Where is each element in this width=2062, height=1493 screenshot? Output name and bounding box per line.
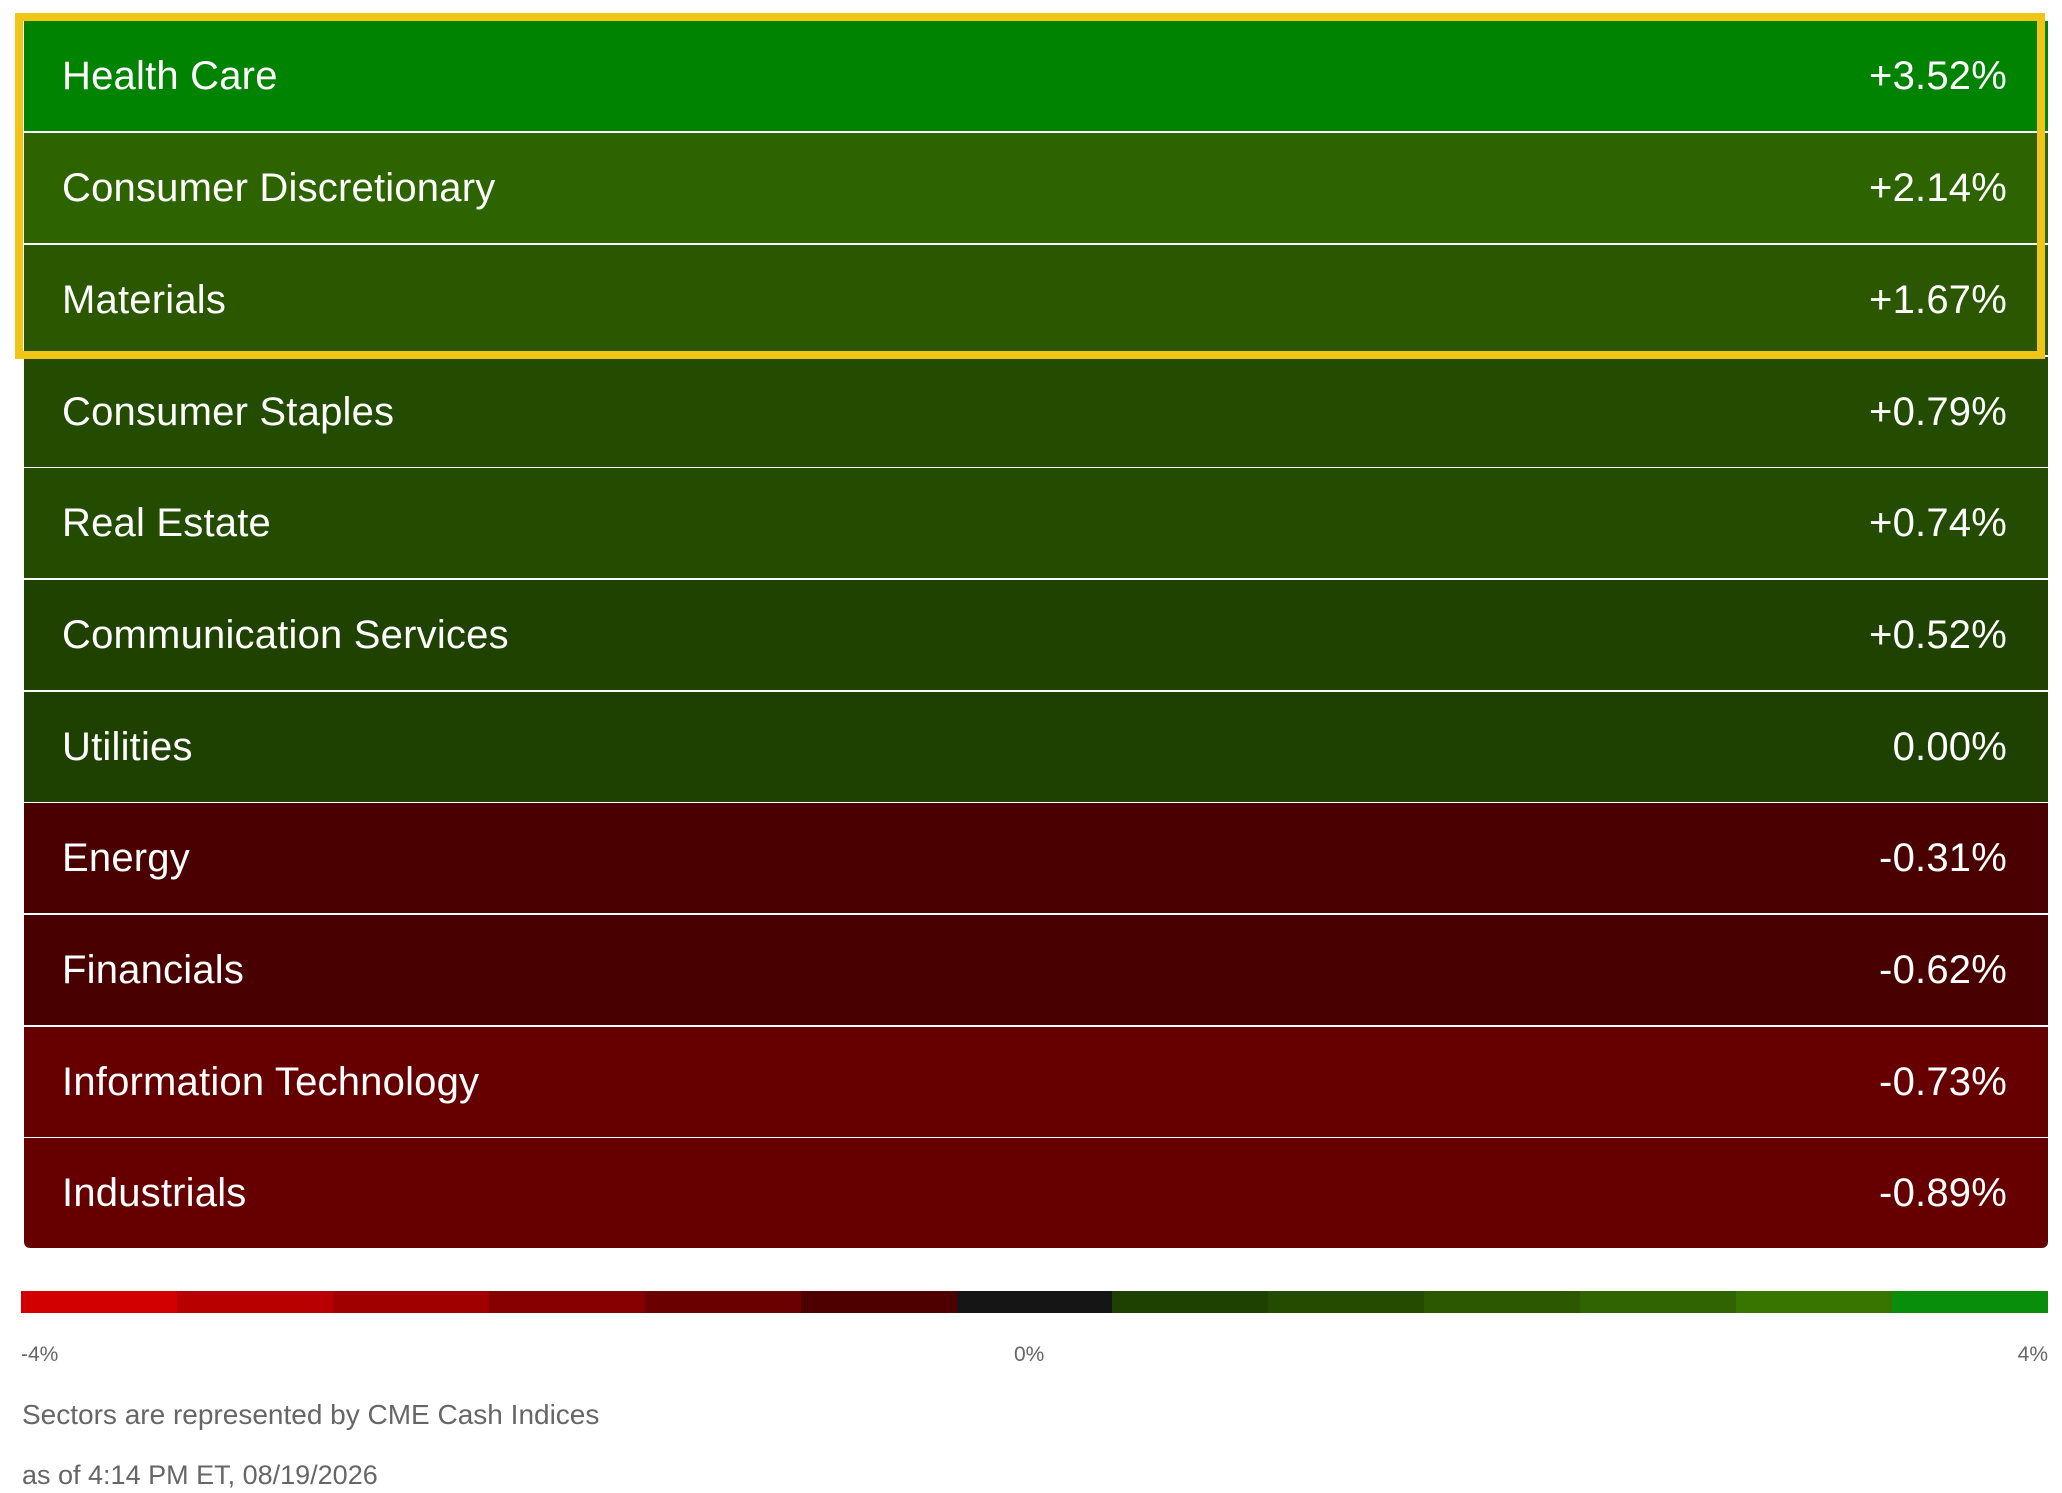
legend-segment <box>800 1291 957 1313</box>
sector-name: Information Technology <box>62 1060 480 1104</box>
timestamp: as of 4:14 PM ET, 08/19/2026 <box>22 1460 378 1490</box>
sector-name: Financials <box>62 948 245 992</box>
legend-segment <box>956 1291 1113 1313</box>
color-scale-legend <box>21 1291 2048 1313</box>
sector-name: Materials <box>62 278 227 322</box>
legend-segment <box>176 1291 333 1313</box>
sector-row-information-technology[interactable]: Information Technology -0.73% <box>24 1027 2048 1137</box>
sector-change: +1.67% <box>1869 278 2007 322</box>
sector-row-real-estate[interactable]: Real Estate +0.74% <box>24 468 2048 578</box>
sector-change: +0.52% <box>1869 613 2007 657</box>
sector-row-communication-services[interactable]: Communication Services +0.52% <box>24 580 2048 690</box>
legend-segment <box>21 1291 177 1313</box>
sector-name: Consumer Staples <box>62 390 395 434</box>
sector-row-industrials[interactable]: Industrials -0.89% <box>24 1138 2048 1248</box>
legend-segment <box>488 1291 645 1313</box>
legend-segment <box>1892 1291 2048 1313</box>
legend-min-label: -4% <box>21 1343 59 1366</box>
sector-change: -0.62% <box>1879 948 2007 992</box>
sector-change: -0.31% <box>1879 836 2007 880</box>
legend-segment <box>1424 1291 1581 1313</box>
sector-row-health-care[interactable]: Health Care +3.52% <box>24 21 2048 131</box>
sector-change: +3.52% <box>1869 54 2007 98</box>
legend-mid-label: 0% <box>1014 1343 1045 1366</box>
source-note: Sectors are represented by CME Cash Indi… <box>22 1399 600 1430</box>
legend-segment <box>644 1291 801 1313</box>
sector-name: Consumer Discretionary <box>62 166 496 210</box>
sector-name: Utilities <box>62 725 193 769</box>
sector-change: +2.14% <box>1869 166 2007 210</box>
sector-change: -0.73% <box>1879 1060 2007 1104</box>
sector-name: Health Care <box>62 54 278 98</box>
sector-change: +0.79% <box>1869 390 2007 434</box>
legend-segment <box>1112 1291 1269 1313</box>
sector-name: Real Estate <box>62 501 271 545</box>
sector-change: +0.74% <box>1869 501 2007 545</box>
legend-max-label: 4% <box>2017 1343 2048 1366</box>
sector-row-utilities[interactable]: Utilities 0.00% <box>24 692 2048 802</box>
legend-segment <box>1268 1291 1425 1313</box>
sector-change: -0.89% <box>1879 1171 2007 1215</box>
sector-row-consumer-staples[interactable]: Consumer Staples +0.79% <box>24 357 2048 467</box>
legend-segment <box>1580 1291 1737 1313</box>
sector-row-financials[interactable]: Financials -0.62% <box>24 915 2048 1025</box>
sector-row-consumer-discretionary[interactable]: Consumer Discretionary +2.14% <box>24 133 2048 243</box>
sector-row-energy[interactable]: Energy -0.31% <box>24 803 2048 913</box>
sector-name: Industrials <box>62 1171 247 1215</box>
sector-performance-list: Health Care +3.52% Consumer Discretionar… <box>24 21 2048 1248</box>
sector-row-materials[interactable]: Materials +1.67% <box>24 245 2048 355</box>
legend-segment <box>332 1291 489 1313</box>
sector-name: Communication Services <box>62 613 509 657</box>
sector-change: 0.00% <box>1892 725 2007 769</box>
sector-name: Energy <box>62 836 190 880</box>
legend-segment <box>1736 1291 1893 1313</box>
